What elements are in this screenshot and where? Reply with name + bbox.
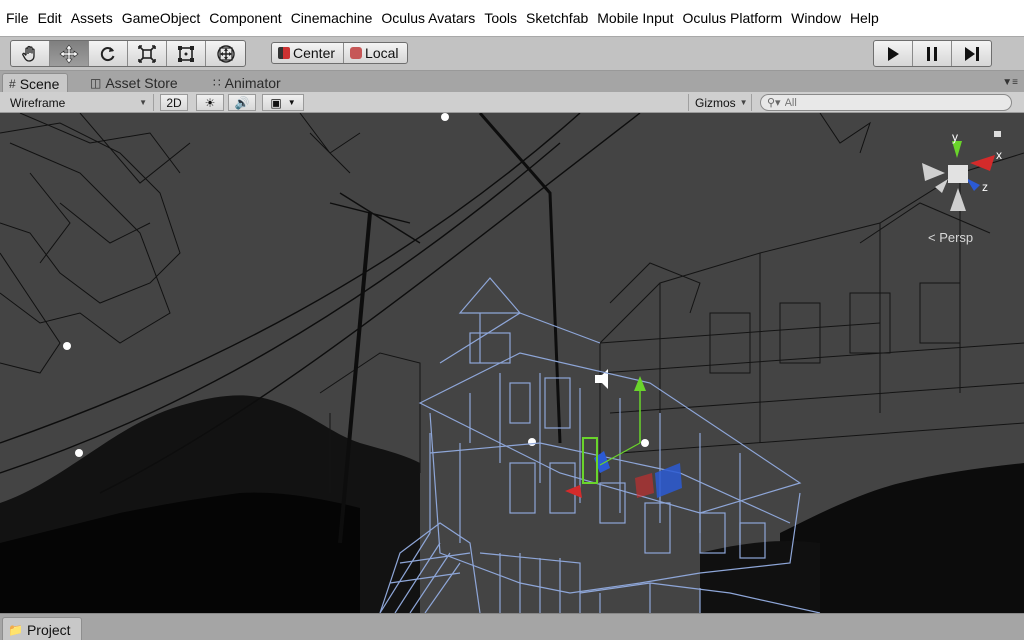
chevron-down-icon: ▼ [139, 98, 147, 107]
menu-component[interactable]: Component [207, 10, 288, 26]
bottom-panel-tabs: 📁 Project [0, 613, 1024, 640]
step-icon [964, 46, 979, 61]
local-icon [350, 47, 363, 59]
menu-sketchfab[interactable]: Sketchfab [524, 10, 595, 26]
pivot-local-button[interactable]: Local [344, 43, 406, 63]
scene-header: Wireframe ▼ 2D ☀ 🔊 ▣ ▼ Gizmos ▼ ⚲▾ [0, 92, 1024, 113]
hand-tool-button[interactable] [11, 41, 50, 66]
tab-asset-store-label: Asset Store [105, 75, 178, 91]
speaker-icon: 🔊 [234, 95, 250, 110]
lighting-toggle[interactable]: ☀ [196, 94, 224, 111]
gizmo-x-label: x [996, 148, 1002, 162]
sun-icon: ☀ [204, 95, 216, 110]
toggle-2d-button[interactable]: 2D [160, 94, 188, 111]
menu-mobile-input[interactable]: Mobile Input [595, 10, 680, 26]
draw-mode-label: Wireframe [10, 95, 66, 110]
tab-animator[interactable]: ∷ Animator [207, 73, 289, 93]
folder-icon: 📁 [8, 622, 23, 637]
pivot-local-label: Local [365, 45, 399, 61]
scene-render: y x z [0, 113, 1024, 613]
rect-tool-button[interactable] [167, 41, 206, 66]
scene-search: ⚲▾ [760, 94, 1012, 111]
audio-toggle[interactable]: 🔊 [228, 94, 256, 111]
move-tool-button[interactable] [50, 41, 89, 66]
gizmo-z-label: z [982, 180, 988, 194]
menu-tools[interactable]: Tools [482, 10, 524, 26]
menubar: File Edit Assets GameObject Component Ci… [0, 0, 1024, 36]
rotate-tool-button[interactable] [89, 41, 128, 66]
tab-project[interactable]: 📁 Project [2, 617, 82, 640]
menu-oculus-platform[interactable]: Oculus Platform [681, 10, 790, 26]
menu-gameobject[interactable]: GameObject [120, 10, 208, 26]
play-button[interactable] [874, 41, 913, 66]
play-icon [888, 46, 899, 61]
toggle-2d-label: 2D [166, 95, 182, 110]
transform-tools [10, 40, 246, 67]
search-input[interactable] [784, 96, 985, 109]
transform-tool-button[interactable] [206, 41, 245, 66]
asset-store-icon: ◫ [90, 76, 102, 90]
scene-icon: # [9, 76, 16, 91]
pivot-center-label: Center [293, 45, 336, 61]
scale-icon [138, 44, 156, 63]
chevron-down-icon: ▼ [739, 98, 748, 107]
hand-icon [22, 45, 35, 62]
rotate-icon [100, 46, 115, 61]
pivot-controls: Center Local [271, 42, 408, 64]
menu-oculus-avatars[interactable]: Oculus Avatars [379, 10, 482, 26]
playback-controls [873, 40, 992, 67]
chevron-down-icon: ▼ [287, 98, 296, 107]
effects-dropdown[interactable]: ▣ ▼ [262, 94, 304, 111]
scene-viewport[interactable]: y x z < Persp [0, 113, 1024, 613]
menu-file[interactable]: File [4, 10, 36, 26]
menu-cinemachine[interactable]: Cinemachine [289, 10, 380, 26]
tab-project-label: Project [26, 621, 71, 638]
pause-icon [927, 46, 937, 61]
animator-icon: ∷ [213, 76, 221, 90]
tab-menu-icon[interactable]: ▼≡ [1002, 77, 1018, 88]
menu-window[interactable]: Window [789, 10, 848, 26]
rect-tool-icon [178, 45, 194, 62]
toolbar: Center Local [0, 36, 1024, 70]
gizmo-y-label: y [952, 130, 958, 144]
menu-assets[interactable]: Assets [69, 10, 120, 26]
pivot-center-button[interactable]: Center [272, 43, 345, 63]
gizmos-label: Gizmos [695, 95, 736, 110]
gizmos-dropdown[interactable]: Gizmos ▼ [688, 94, 752, 111]
persp-label[interactable]: < Persp [928, 230, 973, 245]
pause-button[interactable] [913, 41, 952, 66]
menu-help[interactable]: Help [848, 10, 886, 26]
transform-tool-icon [216, 44, 235, 63]
tab-bar: # Scene ◫ Asset Store ∷ Animator ▼≡ [0, 70, 1024, 93]
search-icon: ⚲▾ [767, 97, 781, 109]
image-icon: ▣ [270, 95, 282, 110]
menu-edit[interactable]: Edit [36, 10, 69, 26]
tab-animator-label: Animator [224, 75, 281, 91]
tab-asset-store[interactable]: ◫ Asset Store [84, 73, 186, 93]
tab-scene-label: Scene [19, 75, 60, 92]
scale-tool-button[interactable] [128, 41, 167, 66]
draw-mode-dropdown[interactable]: Wireframe ▼ [4, 94, 154, 111]
move-icon [59, 44, 79, 63]
center-icon [278, 47, 290, 59]
step-button[interactable] [952, 41, 991, 66]
tab-scene[interactable]: # Scene [2, 73, 69, 93]
